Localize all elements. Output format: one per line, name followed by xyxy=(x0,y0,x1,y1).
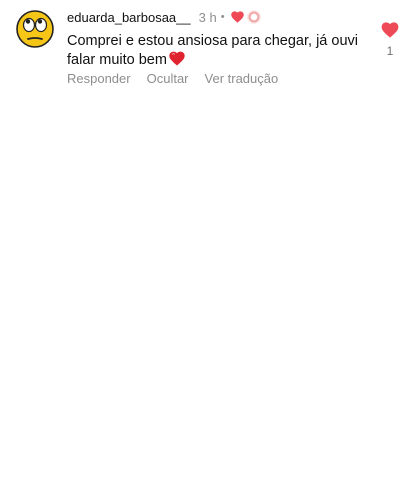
like-heart-icon[interactable] xyxy=(381,22,399,38)
comment-actions: Responder Ocultar Ver tradução xyxy=(67,71,294,86)
heart-icon xyxy=(230,11,244,23)
comment-body: Comprei e estou ansiosa para chegar, já … xyxy=(67,33,358,68)
comment-meta: eduarda_barbosaa__ 3 h • xyxy=(67,8,261,26)
heart-emoji-icon xyxy=(169,51,185,66)
separator-dot: • xyxy=(220,11,225,23)
comment-text: Comprei e estou ansiosa para chegar, já … xyxy=(67,32,367,70)
emoji-face-icon xyxy=(16,10,54,48)
author-avatar-ring xyxy=(246,10,261,24)
username[interactable]: eduarda_barbosaa__ xyxy=(67,10,191,25)
hide-button[interactable]: Ocultar xyxy=(147,71,189,86)
timestamp: 3 h xyxy=(198,9,217,25)
like-count[interactable]: 1 xyxy=(378,44,402,58)
comment-item: eduarda_barbosaa__ 3 h • Comprei e estou… xyxy=(0,0,419,100)
user-avatar[interactable] xyxy=(16,10,54,48)
reply-button[interactable]: Responder xyxy=(67,71,131,86)
like-column: 1 xyxy=(378,22,402,58)
see-translation-button[interactable]: Ver tradução xyxy=(205,71,279,86)
